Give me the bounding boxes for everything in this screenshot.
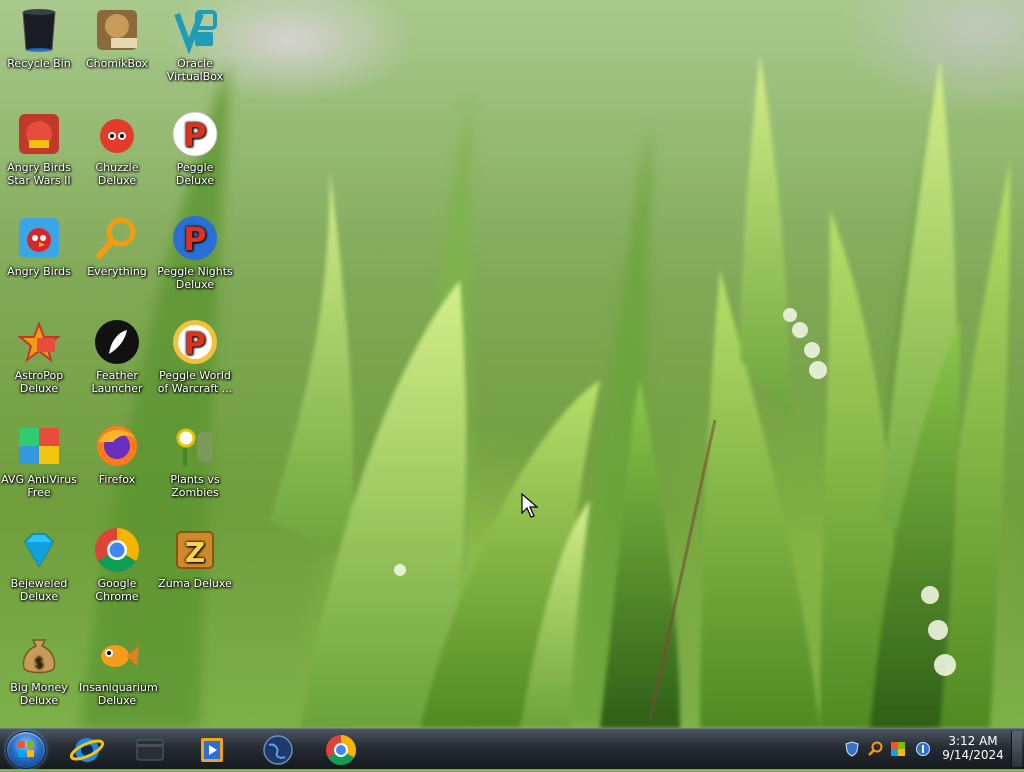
desktop-icon-bejeweled-deluxe[interactable]: Bejeweled Deluxe	[0, 522, 78, 603]
desktop-icon-label: Angry Birds Star Wars II	[7, 161, 71, 187]
peggle-icon: P	[171, 110, 219, 158]
svg-text:$: $	[35, 655, 44, 671]
media-player-icon	[201, 738, 223, 762]
astropop-icon	[15, 318, 63, 366]
desktop-icon-label: Insaniquarium Deluxe	[79, 681, 158, 707]
desktop-icon-label: Big Money Deluxe	[10, 681, 68, 707]
desktop-icon-label: Peggle Nights Deluxe	[157, 265, 233, 291]
clock-time: 3:12 AM	[948, 734, 998, 748]
colorful-app-icon	[891, 742, 905, 756]
mouse-pointer-icon	[521, 492, 539, 523]
desktop-icon-oracle-virtualbox[interactable]: Oracle VirtualBox	[156, 2, 234, 83]
virtualbox-icon	[171, 6, 219, 55]
taskbar: 3:12 AM 9/14/2024	[0, 728, 1024, 769]
chuzzle-icon	[93, 110, 141, 158]
bejeweled-gem-icon	[15, 526, 63, 574]
show-desktop-button[interactable]	[1011, 731, 1022, 767]
desktop-icon-label: Bejeweled Deluxe	[10, 577, 68, 603]
windows-logo-icon	[18, 741, 34, 757]
taskbar-globe-app[interactable]	[255, 731, 301, 767]
desktop-icon-chomikbox[interactable]: ChomikBox	[78, 2, 156, 70]
desktop-icon-recycle-bin[interactable]: Recycle Bin	[0, 2, 78, 70]
taskbar-file-explorer[interactable]	[127, 731, 173, 767]
internet-explorer-icon	[69, 738, 105, 762]
tray-search[interactable]	[867, 741, 883, 757]
magnifier-search-icon	[93, 214, 141, 262]
desktop-icon-label: Everything	[87, 265, 147, 278]
desktop-icon-label: Recycle Bin	[7, 57, 71, 70]
peggle-nights-icon: P	[171, 214, 219, 262]
desktop-icon-label: Google Chrome	[95, 577, 139, 603]
desktop-icon-angry-birds[interactable]: Angry Birds	[0, 210, 78, 278]
desktop-icon-big-money-deluxe[interactable]: $ Big Money Deluxe	[0, 626, 78, 707]
avg-antivirus-icon	[15, 422, 63, 470]
desktop-icon-zuma-deluxe[interactable]: Z Zuma Deluxe	[156, 522, 234, 590]
desktop-icon-firefox[interactable]: Firefox	[78, 418, 156, 486]
svg-text:Z: Z	[185, 536, 205, 569]
chomikbox-icon	[93, 6, 141, 54]
google-chrome-icon	[93, 526, 141, 574]
desktop-icon-label: Firefox	[98, 473, 136, 486]
svg-text:P: P	[183, 116, 206, 154]
money-bag-icon: $	[15, 630, 63, 678]
tray-colorful-app[interactable]	[890, 741, 906, 757]
file-explorer-icon	[136, 739, 164, 761]
desktop-icon-label: Chuzzle Deluxe	[95, 161, 139, 187]
svg-text:P: P	[183, 220, 206, 258]
feather-icon	[93, 318, 141, 366]
desktop-icon-google-chrome[interactable]: Google Chrome	[78, 522, 156, 603]
desktop-icon-insaniquarium-deluxe[interactable]: Insaniquarium Deluxe	[78, 626, 158, 707]
desktop-icon-peggle-deluxe[interactable]: P Peggle Deluxe	[156, 106, 234, 187]
desktop-icon-peggle-world-of-warcraft[interactable]: P Peggle World of Warcraft ...	[156, 314, 234, 395]
desktop-icon-label: Peggle Deluxe	[175, 161, 215, 187]
desktop-icon-label: ChomikBox	[86, 57, 148, 70]
desktop-icon-label: Oracle VirtualBox	[166, 57, 224, 83]
desktop-icon-angry-birds-star-wars-ii[interactable]: Angry Birds Star Wars II	[0, 106, 78, 187]
angry-birds-icon	[15, 214, 63, 262]
clock-date: 9/14/2024	[942, 748, 1004, 762]
firefox-icon	[93, 422, 141, 470]
desktop-icon-label: Peggle World of Warcraft ...	[157, 369, 233, 395]
desktop-icon-label: Zuma Deluxe	[158, 577, 232, 590]
desktop-icon-feather-launcher[interactable]: Feather Launcher	[78, 314, 156, 395]
desktop-icon-label: AVG AntiVirus Free	[1, 473, 77, 499]
recycle-bin-icon	[15, 6, 63, 54]
svg-text:P: P	[184, 327, 206, 362]
peggle-warcraft-icon: P	[171, 318, 219, 366]
desktop-icon-everything[interactable]: Everything	[78, 210, 156, 278]
taskbar-internet-explorer[interactable]	[64, 731, 110, 767]
start-button[interactable]	[6, 731, 46, 769]
tray-clock[interactable]: 3:12 AM 9/14/2024	[941, 734, 1005, 762]
desktop-icon-chuzzle-deluxe[interactable]: Chuzzle Deluxe	[78, 106, 156, 187]
tray-security-shield[interactable]	[844, 741, 860, 757]
google-chrome-icon	[326, 735, 357, 766]
desktop-icon-label: Angry Birds	[7, 265, 71, 278]
security-shield-icon	[845, 741, 859, 757]
zuma-icon: Z	[171, 526, 219, 574]
desktop-icon-label: Plants vs Zombies	[170, 473, 220, 499]
desktop-icon-label: Feather Launcher	[91, 369, 143, 395]
globe-app-icon	[263, 735, 293, 765]
desktop-icon-astropop-deluxe[interactable]: AstroPop Deluxe	[0, 314, 78, 395]
desktop-icon-plants-vs-zombies[interactable]: Plants vs Zombies	[156, 418, 234, 499]
network-icon	[916, 742, 930, 756]
desktop-icon-avg-antivirus-free[interactable]: AVG AntiVirus Free	[0, 418, 78, 499]
taskbar-media-player[interactable]	[190, 731, 236, 767]
taskbar-google-chrome[interactable]	[318, 731, 364, 767]
angry-birds-star-wars-icon	[15, 110, 63, 158]
goldfish-icon	[93, 630, 141, 678]
desktop-icon-peggle-nights-deluxe[interactable]: P Peggle Nights Deluxe	[156, 210, 234, 291]
tray-network[interactable]	[915, 741, 931, 757]
desktop-icon-label: AstroPop Deluxe	[14, 369, 64, 395]
search-icon	[868, 741, 883, 756]
plants-vs-zombies-icon	[171, 422, 219, 470]
